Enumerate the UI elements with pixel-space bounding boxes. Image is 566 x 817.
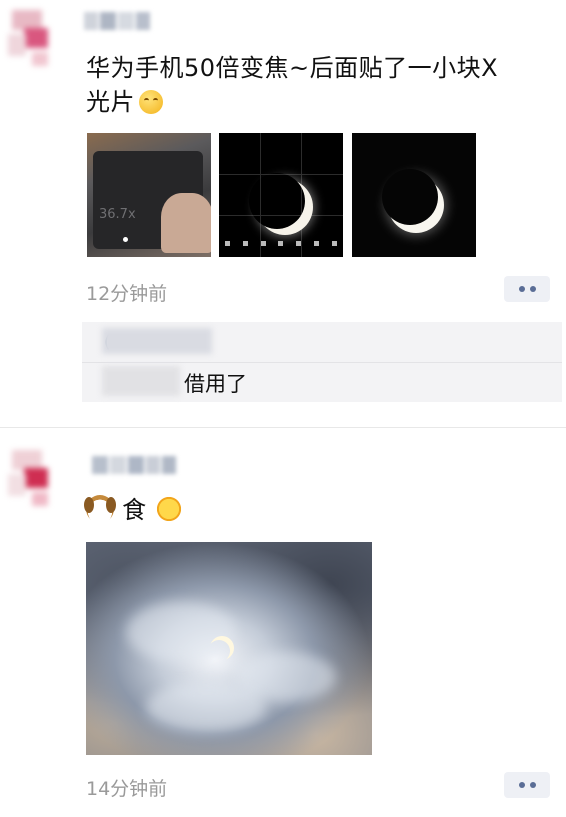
photo-thumbnail-2[interactable] — [219, 133, 343, 257]
eclipse-crescent-icon — [382, 169, 438, 225]
dog-face-emoji-icon — [84, 495, 116, 523]
moment-post-1: 华为手机50倍变焦~后面贴了一小块X 光片 36.7x 12分钟前 ( 借用了 — [0, 0, 566, 425]
nickname-blurred[interactable] — [84, 12, 152, 34]
likes-blurred — [102, 328, 212, 354]
more-dots-icon[interactable] — [504, 276, 550, 302]
post-timestamp: 14分钟前 — [86, 778, 168, 800]
moment-post-2: 食 14分钟前 — [0, 430, 566, 817]
post-text-line-1: 华为手机50倍变焦~后面贴了一小块X — [86, 54, 499, 82]
sun-face-emoji-icon — [154, 495, 183, 523]
photo-thumbnail-3[interactable] — [352, 133, 476, 257]
eclipse-sky-photo[interactable] — [86, 542, 372, 755]
post-text-word: 食 — [122, 496, 147, 524]
post-text-line-2: 光片 — [86, 86, 163, 118]
post-timestamp: 12分钟前 — [86, 283, 168, 305]
post-text: 食 — [84, 494, 183, 526]
zoom-level-text: 36.7x — [99, 207, 136, 222]
eclipse-crescent-icon — [249, 173, 305, 229]
avatar[interactable] — [2, 4, 60, 74]
camera-controls-icon — [225, 241, 337, 249]
commenter-name-blurred[interactable] — [102, 366, 180, 396]
photo-thumbnail-1[interactable]: 36.7x — [87, 133, 211, 257]
post-text-line-2-content: 光片 — [86, 88, 135, 116]
avatar[interactable] — [2, 444, 60, 514]
smiling-face-emoji-icon — [139, 90, 163, 114]
comment-text: 借用了 — [184, 372, 247, 396]
post-divider — [0, 427, 566, 428]
comment-section: ( 借用了 — [82, 322, 562, 402]
more-dots-icon[interactable] — [504, 772, 550, 798]
nickname-blurred[interactable] — [92, 456, 178, 478]
eclipse-crescent-icon — [208, 640, 230, 662]
